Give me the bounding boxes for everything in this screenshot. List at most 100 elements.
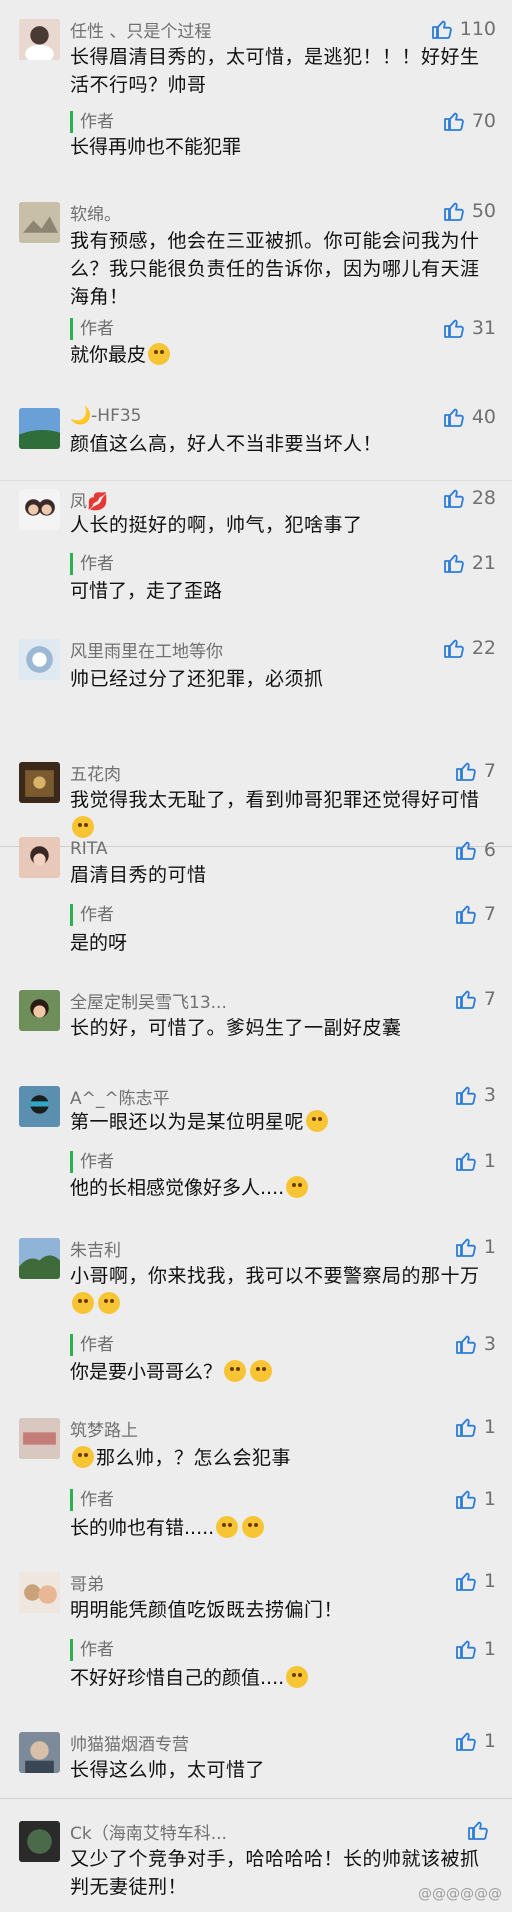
thumbs-up-icon [456,1640,476,1659]
comment-author[interactable]: 🌙-HF35 [70,406,142,426]
avatar[interactable] [19,1238,60,1279]
like-count: 1 [483,1150,496,1172]
comment-author[interactable]: A^_^陈志平 [70,1084,170,1109]
like-button[interactable]: 6 [454,837,496,863]
comment-feed: 任性 、只是个过程 110 长得眉清目秀的，太可惜，是逃犯！！！好好生活不行吗？… [0,0,512,1912]
reply-like-button[interactable]: 1 [454,1148,496,1174]
comment-author[interactable]: 朱吉利 [70,1236,121,1261]
avatar[interactable] [19,639,60,680]
author-reply-text: 不好好珍惜自己的颜值.... [70,1664,490,1692]
comment-author[interactable]: 凤💋 [70,487,108,512]
like-button[interactable]: 7 [454,986,496,1012]
thumbs-up-icon [456,990,476,1009]
laugh-cry-emoji-icon [286,1666,309,1688]
comment-text-content: 第一眼还以为是某位明星呢 [70,1111,305,1133]
comment-item: 筑梦路上 1 那么帅，？怎么会犯事 作者 1 长的帅也有错..... [0,1406,512,1556]
laugh-cry-emoji-icon [306,1110,329,1132]
laugh-cry-emoji-icon [148,343,171,365]
comment-author[interactable]: 软绵。 [70,200,121,225]
avatar[interactable] [19,1418,60,1459]
like-button[interactable]: 40 [442,404,496,430]
comment-item: 🌙-HF35 40 颜值这么高，好人不当非要当坏人！ [0,400,512,480]
avatar[interactable] [19,837,60,878]
thumbs-up-icon [443,489,464,508]
shy-emoji-icon [224,1360,247,1382]
thumbs-up-icon [456,1152,476,1171]
comment-author[interactable]: Ck（海南艾特车科... [70,1819,227,1844]
like-button[interactable]: 110 [430,16,496,42]
comment-author[interactable]: 筑梦路上 [70,1416,138,1441]
comment-text-content: 小哥啊，你来找我，我可以不要警察局的那十万 [70,1265,480,1287]
thumbs-up-icon [443,554,464,573]
comment-author[interactable]: RITA [70,839,108,859]
comment-author[interactable]: 风里雨里在工地等你 [70,637,223,662]
author-reply-text: 你是要小哥哥么？ [70,1358,490,1386]
smirk-emoji-icon [98,1292,120,1314]
comment-item: 风里雨里在工地等你 22 帅已经过分了还犯罪，必须抓 [0,625,512,750]
like-count: 1 [483,1236,496,1258]
comment-text: 明明能凭颜值吃饭既去捞偏门！ [70,1599,344,1621]
like-button[interactable]: 22 [442,635,496,661]
author-reply-text-content: 他的长相感觉像好多人.... [70,1177,285,1199]
like-button[interactable]: 1 [454,1728,496,1754]
comment-text: 长的好，可惜了。爹妈生了一副好皮囊 [70,1017,402,1039]
avatar[interactable] [19,1086,60,1127]
like-button[interactable] [466,1817,496,1843]
avatar[interactable] [19,19,60,60]
like-button[interactable]: 28 [442,485,496,511]
comment-item: 朱吉利 1 小哥啊，你来找我，我可以不要警察局的那十万 作者 3 你是要小哥哥么… [0,1226,512,1406]
like-button[interactable]: 7 [454,758,496,784]
grin-emoji-icon [72,1292,94,1314]
reply-like-button[interactable]: 1 [454,1636,496,1662]
avatar[interactable] [19,202,60,243]
comment-text: 眉清目秀的可惜 [70,864,207,886]
avatar[interactable] [19,1821,60,1862]
author-reply-tag: 作者 [70,1151,114,1173]
reply-like-button[interactable]: 31 [442,315,496,341]
thumbs-up-icon [431,20,452,39]
avatar[interactable] [19,1572,60,1613]
reply-like-button[interactable]: 21 [442,550,496,576]
like-count: 3 [483,1333,496,1355]
thumbs-up-icon [443,112,464,131]
reply-like-button[interactable]: 3 [454,1331,496,1357]
like-button[interactable]: 1 [454,1414,496,1440]
like-button[interactable]: 1 [454,1234,496,1260]
thumbs-up-icon [456,1086,476,1105]
comment-text: 第一眼还以为是某位明星呢 [70,1108,490,1136]
comment-author[interactable]: 帅猫猫烟酒专营 [70,1730,189,1755]
comment-author[interactable]: 五花肉 [70,760,121,785]
like-button[interactable]: 1 [454,1568,496,1594]
avatar[interactable] [19,1732,60,1773]
reply-like-button[interactable]: 1 [454,1486,496,1512]
like-count: 70 [471,110,496,132]
thumbs-up-icon [456,841,476,860]
like-button[interactable]: 3 [454,1082,496,1108]
author-reply-text-content: 就你最皮 [70,344,147,366]
like-count: 7 [483,903,496,925]
reply-like-button[interactable]: 7 [454,901,496,927]
comment-author[interactable]: 全屋定制吴雪飞13... [70,988,227,1013]
author-reply-text-content: 你是要小哥哥么？ [70,1361,223,1383]
author-reply-text: 可惜了，走了歪路 [70,580,223,602]
comment-item: 哥弟 1 明明能凭颜值吃饭既去捞偏门！ 作者 1 不好好珍惜自己的颜值.... [0,1556,512,1706]
author-reply-tag: 作者 [70,553,114,575]
like-button[interactable]: 50 [442,198,496,224]
like-count: 31 [471,317,496,339]
author-reply-text: 就你最皮 [70,341,490,369]
reply-like-button[interactable]: 70 [442,108,496,134]
avatar[interactable] [19,990,60,1031]
avatar[interactable] [19,762,60,803]
comment-text: 颜值这么高，好人不当非要当坏人！ [70,433,383,455]
avatar[interactable] [19,489,60,530]
shy-emoji-icon [250,1360,273,1382]
comment-author[interactable]: 任性 、只是个过程 [70,17,211,42]
thumbs-up-icon [456,1572,476,1591]
comment-text: 帅已经过分了还犯罪，必须抓 [70,668,324,690]
avatar[interactable] [19,408,60,449]
comment-text: 长得眉清目秀的，太可惜，是逃犯！！！好好生活不行吗？帅哥 [70,46,480,96]
comment-author[interactable]: 哥弟 [70,1570,104,1595]
like-count: 21 [471,552,496,574]
author-reply-text: 是的呀 [70,932,128,954]
thumbs-up-icon [456,1335,476,1354]
